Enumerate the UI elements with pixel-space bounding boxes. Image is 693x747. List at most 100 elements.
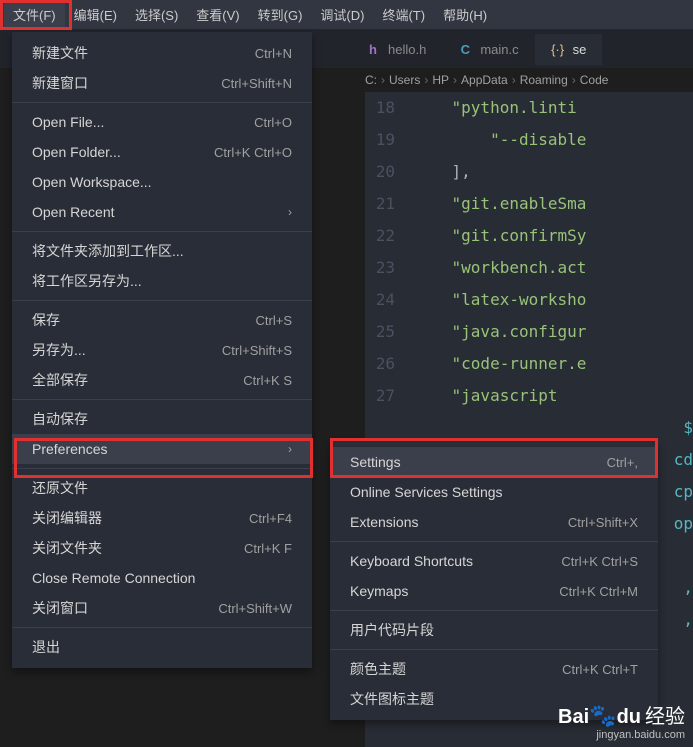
menu-item[interactable]: 全部保存Ctrl+K S <box>12 365 312 395</box>
menu-shortcut: Ctrl+K Ctrl+M <box>559 584 638 599</box>
menu-item-label: 新建文件 <box>32 43 88 63</box>
editor-line: 22 "git.confirmSy <box>365 220 693 252</box>
editor-line: 25 "java.configur <box>365 316 693 348</box>
menubar-item-view[interactable]: 查看(V) <box>187 1 248 28</box>
menu-item[interactable]: Open Folder...Ctrl+K Ctrl+O <box>12 137 312 167</box>
tab-label: hello.h <box>388 42 426 57</box>
menu-item[interactable]: Online Services Settings <box>330 477 658 507</box>
chevron-right-icon: › <box>572 73 576 87</box>
line-number: 18 <box>365 92 413 124</box>
line-number: 22 <box>365 220 413 252</box>
watermark-url: jingyan.baidu.com <box>558 729 685 741</box>
chevron-right-icon: › <box>453 73 457 87</box>
breadcrumb-seg[interactable]: AppData <box>461 73 508 87</box>
menubar-item-select[interactable]: 选择(S) <box>126 1 187 28</box>
menu-item[interactable]: Open File...Ctrl+O <box>12 107 312 137</box>
menu-item[interactable]: 自动保存 <box>12 404 312 434</box>
menu-item-label: 关闭窗口 <box>32 598 88 618</box>
menu-item[interactable]: Preferences› <box>12 434 312 464</box>
breadcrumb-seg[interactable]: Users <box>389 73 420 87</box>
menu-item-label: 还原文件 <box>32 478 88 498</box>
menu-item-label: 退出 <box>32 637 60 657</box>
menu-item-label: Open Workspace... <box>32 174 152 190</box>
menu-item-label: Open File... <box>32 114 104 130</box>
breadcrumb-seg[interactable]: C: <box>365 73 377 87</box>
menu-separator <box>12 102 312 103</box>
tab-hello-h[interactable]: h hello.h <box>350 34 442 65</box>
watermark: Bai🐾du经验 jingyan.baidu.com <box>558 700 685 741</box>
menu-item[interactable]: 另存为...Ctrl+Shift+S <box>12 335 312 365</box>
menu-item[interactable]: 将文件夹添加到工作区... <box>12 236 312 266</box>
tab-main-c[interactable]: C main.c <box>442 34 534 65</box>
code-content: "java.configur <box>413 316 586 348</box>
menu-item[interactable]: Keyboard ShortcutsCtrl+K Ctrl+S <box>330 546 658 576</box>
menu-item[interactable]: 关闭文件夹Ctrl+K F <box>12 533 312 563</box>
paw-icon: 🐾 <box>589 703 616 728</box>
menu-item-label: 将工作区另存为... <box>32 271 142 291</box>
menu-item[interactable]: 关闭窗口Ctrl+Shift+W <box>12 593 312 623</box>
code-content: "latex-worksho <box>413 284 586 316</box>
menu-item[interactable]: 用户代码片段 <box>330 615 658 645</box>
menu-separator <box>12 627 312 628</box>
file-h-icon: h <box>366 42 380 56</box>
menu-item-label: Online Services Settings <box>350 484 503 500</box>
menu-item[interactable]: Open Recent› <box>12 197 312 227</box>
menu-item[interactable]: 颜色主题Ctrl+K Ctrl+T <box>330 654 658 684</box>
line-number: 27 <box>365 380 413 412</box>
line-number: 19 <box>365 124 413 156</box>
menu-item-label: 保存 <box>32 310 60 330</box>
menu-item[interactable]: 退出 <box>12 632 312 662</box>
editor-line: 27 "javascript <box>365 380 693 412</box>
menu-separator <box>12 399 312 400</box>
menu-shortcut: Ctrl+Shift+X <box>568 515 638 530</box>
breadcrumb-seg[interactable]: Code <box>580 73 609 87</box>
menu-item-label: Close Remote Connection <box>32 570 195 586</box>
watermark-text: Bai🐾du经验 <box>558 700 685 729</box>
menu-item-label: 将文件夹添加到工作区... <box>32 241 184 261</box>
editor-line: 20 ], <box>365 156 693 188</box>
menu-item[interactable]: 还原文件 <box>12 473 312 503</box>
breadcrumb-seg[interactable]: Roaming <box>520 73 568 87</box>
code-content: "javascript <box>413 380 558 412</box>
menu-item[interactable]: 将工作区另存为... <box>12 266 312 296</box>
menu-separator <box>12 300 312 301</box>
editor-line: 24 "latex-worksho <box>365 284 693 316</box>
menu-item[interactable]: ExtensionsCtrl+Shift+X <box>330 507 658 537</box>
menu-shortcut: Ctrl+, <box>607 455 638 470</box>
menubar-item-terminal[interactable]: 终端(T) <box>373 1 434 28</box>
menu-item[interactable]: KeymapsCtrl+K Ctrl+M <box>330 576 658 606</box>
chevron-right-icon: › <box>288 442 292 456</box>
menu-shortcut: Ctrl+Shift+N <box>221 76 292 91</box>
menu-item[interactable]: 新建文件 Ctrl+N <box>12 38 312 68</box>
menu-item[interactable]: Open Workspace... <box>12 167 312 197</box>
editor-line: 18 "python.linti <box>365 92 693 124</box>
menu-item-label: 新建窗口 <box>32 73 88 93</box>
menu-item-label: Keyboard Shortcuts <box>350 553 473 569</box>
menu-item-label: 另存为... <box>32 340 86 360</box>
menu-item[interactable]: 保存Ctrl+S <box>12 305 312 335</box>
menubar: 文件(F) 编辑(E) 选择(S) 查看(V) 转到(G) 调试(D) 终端(T… <box>0 0 693 30</box>
editor-line: 23 "workbench.act <box>365 252 693 284</box>
menu-shortcut: Ctrl+K Ctrl+O <box>214 145 292 160</box>
menu-item-label: 关闭文件夹 <box>32 538 102 558</box>
menubar-item-debug[interactable]: 调试(D) <box>311 1 373 28</box>
breadcrumb-seg[interactable]: HP <box>432 73 449 87</box>
file-c-icon: C <box>458 42 472 56</box>
menubar-item-edit[interactable]: 编辑(E) <box>65 1 126 28</box>
menu-item[interactable]: Close Remote Connection <box>12 563 312 593</box>
menu-item[interactable]: SettingsCtrl+, <box>330 447 658 477</box>
menu-item-label: 关闭编辑器 <box>32 508 102 528</box>
menubar-item-goto[interactable]: 转到(G) <box>249 1 312 28</box>
menubar-item-help[interactable]: 帮助(H) <box>434 1 496 28</box>
code-content: "workbench.act <box>413 252 586 284</box>
menubar-item-file[interactable]: 文件(F) <box>4 1 65 28</box>
menu-shortcut: Ctrl+N <box>255 46 292 61</box>
menu-item-label: 自动保存 <box>32 409 88 429</box>
menu-separator <box>12 231 312 232</box>
menu-item-label: 颜色主题 <box>350 659 406 679</box>
menu-item[interactable]: 新建窗口 Ctrl+Shift+N <box>12 68 312 98</box>
menu-item[interactable]: 关闭编辑器Ctrl+F4 <box>12 503 312 533</box>
editor-line: $ <box>365 412 693 444</box>
tab-settings[interactable]: {·} se <box>535 34 603 65</box>
editor-line: 19 "--disable <box>365 124 693 156</box>
